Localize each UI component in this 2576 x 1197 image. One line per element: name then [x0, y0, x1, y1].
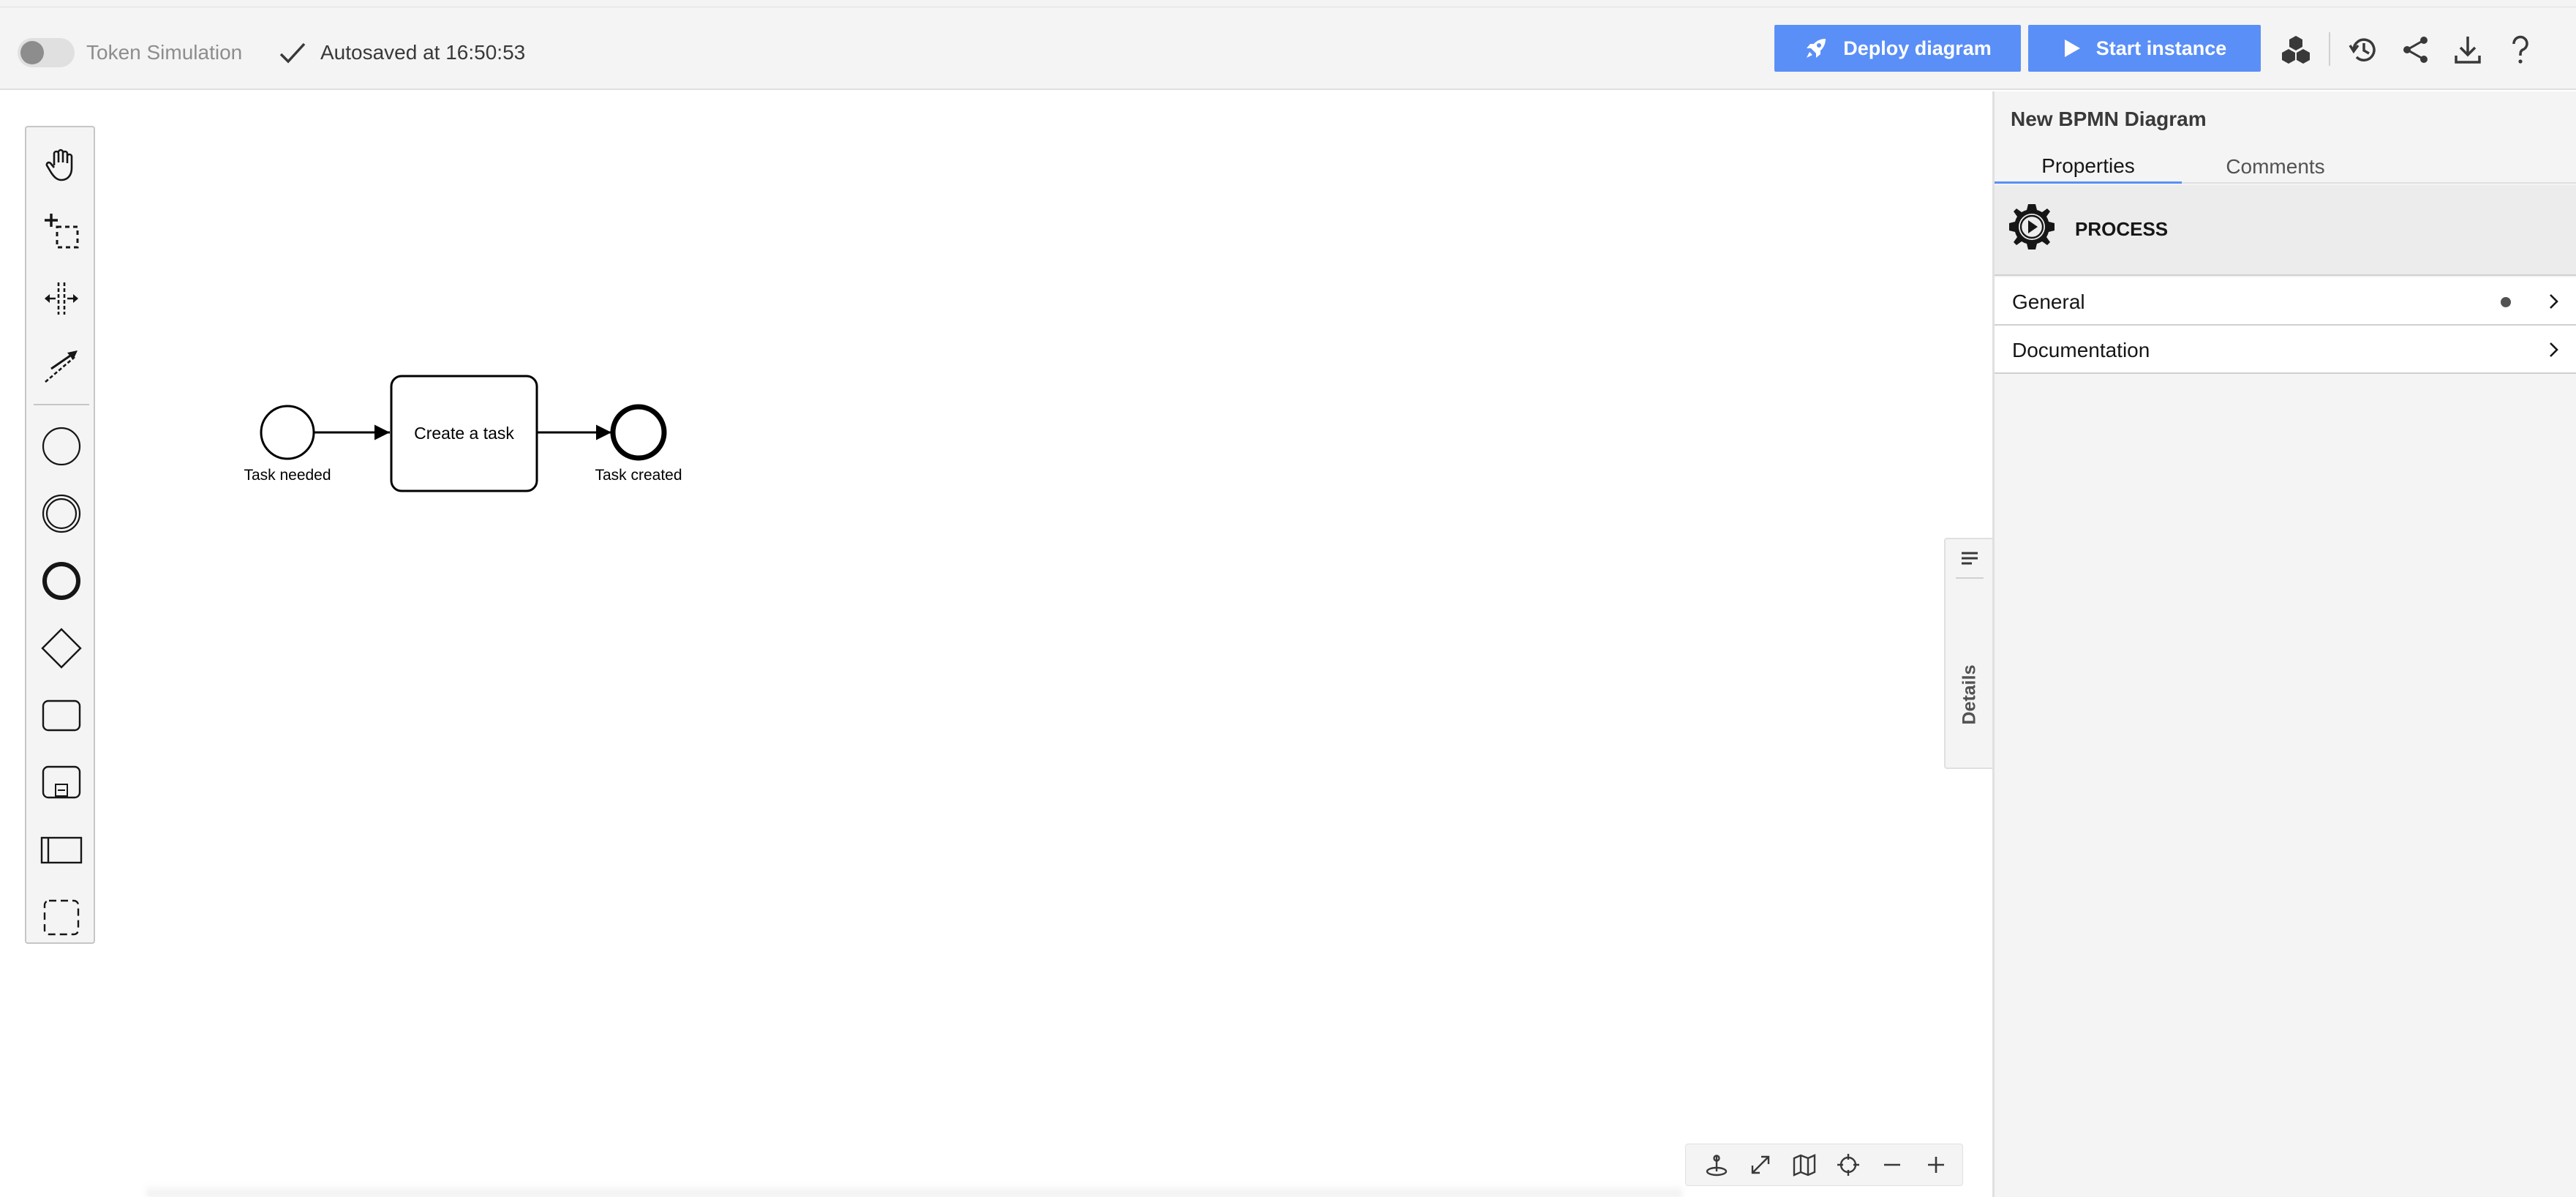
download-icon[interactable]: [2452, 34, 2484, 66]
group-documentation[interactable]: Documentation: [1995, 326, 2576, 374]
diagram-canvas[interactable]: Create a task Task needed Task created: [0, 91, 1992, 1197]
tab-comments[interactable]: Comments: [2182, 150, 2369, 184]
list-icon: [1962, 552, 1978, 565]
play-icon: [2064, 40, 2080, 57]
toolbar-separator: [2329, 32, 2330, 66]
palette-separator: [34, 404, 89, 405]
reset-view-icon[interactable]: [1702, 1150, 1731, 1179]
zoom-in-icon[interactable]: [1921, 1150, 1951, 1179]
zoom-out-icon[interactable]: [1878, 1150, 1907, 1179]
process-gear-icon: [2009, 204, 2055, 249]
start-instance-label: Start instance: [2095, 37, 2227, 59]
checkmark-icon: [279, 42, 306, 64]
details-tab-separator: [1956, 577, 1984, 579]
start-event-label: Task needed: [244, 467, 331, 484]
element-header: PROCESS: [1995, 185, 2576, 276]
token-simulation-toggle[interactable]: [18, 38, 75, 67]
details-tab-label: Details: [1959, 664, 1980, 725]
group-general[interactable]: General: [1995, 277, 2576, 326]
subprocess-icon[interactable]: [39, 761, 83, 805]
toggle-knob: [20, 41, 44, 64]
lasso-tool-icon[interactable]: [39, 209, 83, 253]
start-instance-button[interactable]: Start instance: [2028, 25, 2261, 72]
entries-indicator-dot: [2501, 297, 2511, 307]
details-tab[interactable]: Details: [1944, 538, 1992, 769]
element-type-label: PROCESS: [2075, 218, 2169, 240]
group-documentation-label: Documentation: [2012, 339, 2150, 361]
deploy-diagram-button[interactable]: Deploy diagram: [1774, 25, 2021, 72]
app-root: Token Simulation Autosaved at 16:50:53 D…: [0, 0, 2576, 1197]
autosave-status: Autosaved at 16:50:53: [320, 41, 526, 64]
group-icon[interactable]: [39, 896, 83, 939]
tool-palette: [25, 126, 95, 944]
space-tool-icon[interactable]: [39, 277, 83, 320]
start-event[interactable]: [260, 405, 315, 460]
end-event-icon[interactable]: [39, 559, 83, 603]
help-icon[interactable]: [2504, 34, 2537, 66]
pool-icon[interactable]: [39, 828, 83, 872]
task-icon[interactable]: [39, 694, 83, 738]
top-edge: [0, 0, 2576, 7]
minimap-icon[interactable]: [1790, 1150, 1819, 1179]
global-connect-tool-icon[interactable]: [39, 344, 83, 388]
camunda-modeler-icon[interactable]: [2280, 34, 2312, 66]
group-general-label: General: [2012, 290, 2085, 313]
history-icon[interactable]: [2348, 34, 2380, 66]
task-shape[interactable]: [390, 375, 538, 492]
panel-tabs: Properties Comments: [1995, 150, 2576, 184]
bpmn-diagram: [260, 375, 667, 492]
chevron-right-icon: [2550, 342, 2558, 357]
intermediate-event-icon[interactable]: [39, 492, 83, 536]
end-event[interactable]: [610, 404, 667, 461]
hand-tool-icon[interactable]: [39, 142, 83, 186]
bottom-shadow: [146, 1184, 1682, 1197]
gateway-icon[interactable]: [39, 626, 83, 670]
deploy-diagram-label: Deploy diagram: [1843, 37, 1992, 59]
fullscreen-icon[interactable]: [1746, 1150, 1775, 1179]
center-icon[interactable]: [1834, 1150, 1863, 1179]
chevron-right-icon: [2550, 294, 2558, 309]
map-controls: [1685, 1144, 1963, 1186]
panel-title: New BPMN Diagram: [2011, 108, 2207, 130]
share-icon[interactable]: [2400, 34, 2432, 66]
top-toolbar: Token Simulation Autosaved at 16:50:53 D…: [0, 7, 2576, 90]
token-simulation-label: Token Simulation: [86, 41, 243, 64]
tab-properties[interactable]: Properties: [1995, 150, 2182, 184]
properties-panel: New BPMN Diagram Properties Comments PRO…: [1992, 91, 2576, 1197]
start-event-icon[interactable]: [39, 424, 83, 468]
rocket-icon: [1807, 39, 1826, 58]
end-event-label: Task created: [595, 467, 682, 484]
